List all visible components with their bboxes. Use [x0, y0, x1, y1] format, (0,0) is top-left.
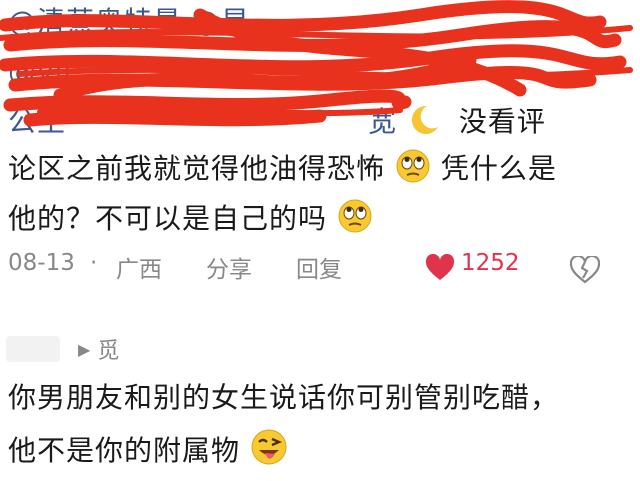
rolling-eyes-emoji [396, 149, 430, 183]
reply-target-user: 觅 [97, 339, 120, 364]
winking-tongue-emoji [251, 429, 287, 465]
blurred-username [6, 336, 60, 362]
redaction-scribble [0, 0, 633, 127]
reply-target[interactable]: ▶ 觅 [78, 333, 119, 365]
reply-line-2: 他不是你的附属物 [8, 428, 288, 471]
reply-arrow-icon: ▶ [78, 340, 91, 359]
share-button[interactable]: 分享 [206, 250, 252, 284]
comment-line-3: 他的？不可以是自己的吗 [8, 198, 373, 239]
heart-icon [425, 254, 455, 280]
comment-location: 广西 [116, 257, 162, 283]
broken-heart-icon[interactable] [570, 256, 600, 284]
reply-button[interactable]: 回复 [296, 250, 342, 284]
comment-line-2: 论区之前我就觉得他油得恐怖 凭什么是 [8, 148, 557, 189]
reply-line-1: 你男朋友和别的女生说话你可别管别吃醋， [8, 381, 560, 414]
comment-date: 08-13 [8, 250, 75, 276]
like-count: 1252 [461, 250, 520, 276]
rolling-eyes-emoji [338, 199, 372, 233]
meta-separator: · [90, 250, 98, 276]
